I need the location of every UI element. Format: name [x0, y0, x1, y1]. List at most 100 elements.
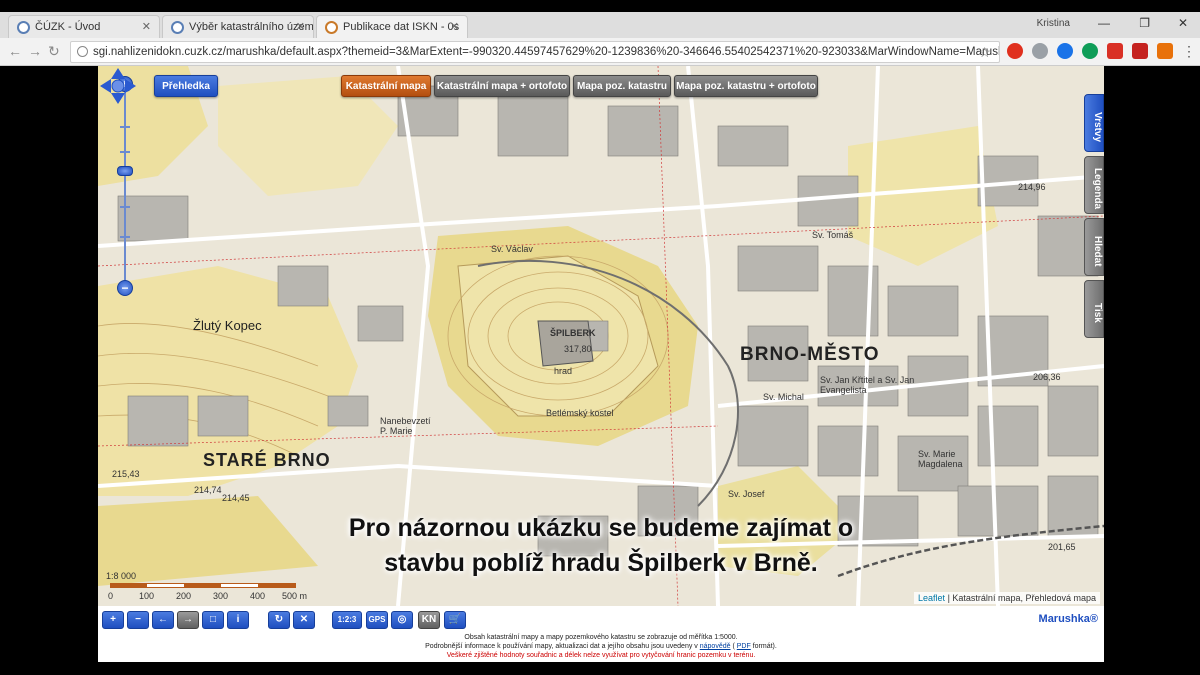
address-bar[interactable]: sgi.nahlizenidokn.cuzk.cz/marushka/defau… [70, 41, 1000, 63]
place-label-sv-jan: Sv. Jan Křtitel a Sv. Jan Evangelista [820, 375, 915, 395]
page-favicon-icon [171, 21, 184, 34]
grammarly-extension-icon[interactable] [1082, 43, 1098, 59]
zoom-tick [120, 151, 130, 153]
tab-vrstvy[interactable]: Vrstvy [1084, 94, 1104, 152]
info-button[interactable]: i [227, 611, 249, 629]
pan-arrows-icon[interactable] [98, 66, 138, 106]
scale-tick-label: 300 [213, 591, 229, 601]
page-favicon-icon [17, 21, 30, 34]
record-extension-icon[interactable] [1107, 43, 1123, 59]
scale-tick-label: 500 m [282, 591, 308, 601]
info-line-2-end: formát). [752, 643, 777, 650]
close-tab-icon[interactable]: ✕ [296, 20, 305, 33]
zoom-slider-handle[interactable] [117, 166, 133, 176]
tab-legenda[interactable]: Legenda [1084, 156, 1104, 214]
info-line-2-paren: ( [732, 643, 735, 650]
leaflet-link[interactable]: Leaflet [918, 593, 945, 603]
scale-ratio: 1:8 000 [106, 571, 137, 581]
zoom-tick [120, 206, 130, 208]
zoom-out-icon[interactable]: − [117, 280, 133, 296]
close-tab-icon[interactable]: ✕ [142, 20, 151, 33]
profile-name[interactable]: Kristina [1037, 18, 1070, 29]
scale-bar-segment [258, 583, 296, 588]
browser-chrome: ČÚZK - Úvod ✕ Výběr katastrálního územ ✕… [0, 12, 1200, 66]
back-arrow-icon[interactable]: ← [8, 43, 22, 59]
cart-button[interactable]: 🛒 [444, 611, 466, 629]
zoom-tick [120, 126, 130, 128]
scale-tick-label: 0 [108, 591, 114, 601]
place-label-sv-michal: Sv. Michal [763, 392, 804, 402]
measure-button[interactable]: 1:2:3 [332, 611, 362, 629]
place-label-sv-tomas: Sv. Tomáš [812, 230, 854, 240]
refresh-button[interactable]: ↻ [268, 611, 290, 629]
help-link[interactable]: nápovědě [700, 643, 731, 650]
attribution-text: | Katastrální mapa, Přehledová mapa [947, 593, 1096, 603]
s-extension-icon[interactable] [1132, 43, 1148, 59]
tab-title: Publikace dat ISKN - 0s [343, 21, 460, 33]
tab-cuzk-uvod[interactable]: ČÚZK - Úvod ✕ [8, 15, 160, 38]
info-icon[interactable] [77, 46, 88, 57]
tab-hledat[interactable]: Hledat [1084, 218, 1104, 276]
tab-tisk[interactable]: Tisk [1084, 280, 1104, 338]
scale-tick-label: 400 [250, 591, 266, 601]
next-view-button[interactable]: → [177, 611, 199, 629]
info-line-2: Podrobnější informace k používání mapy, … [98, 642, 1104, 651]
zoom-tick [120, 236, 130, 238]
subtitle-line-2: stavbu poblíž hradu Špilberk v Brně. [384, 549, 818, 577]
close-window-icon[interactable]: ✕ [1178, 16, 1188, 30]
place-label-zluty-kopec: Žlutý Kopec [193, 318, 262, 333]
pdf-link[interactable]: PDF [737, 643, 751, 650]
zoom-out-button[interactable]: − [127, 611, 149, 629]
page-favicon-icon [325, 21, 338, 34]
browser-toolbar: ← → ↻ sgi.nahlizenidokn.cuzk.cz/marushka… [0, 38, 1200, 66]
minimize-icon[interactable]: — [1098, 16, 1110, 30]
close-tab-icon[interactable]: ✕ [450, 20, 459, 33]
elevation-label: 215,43 [112, 469, 140, 479]
scale-bar-segment [110, 583, 147, 588]
place-label-betlemsky-kostel: Betlémský kostel [546, 408, 614, 418]
scale-tick-label: 100 [139, 591, 155, 601]
opera-extension-icon[interactable] [1007, 43, 1023, 59]
place-label-hrad: hrad [554, 366, 573, 376]
video-frame: ČÚZK - Úvod ✕ Výběr katastrálního územ ✕… [0, 0, 1200, 675]
clear-button[interactable]: ✕ [293, 611, 315, 629]
previous-view-button[interactable]: ← [152, 611, 174, 629]
elevation-label: 214,74 [194, 485, 222, 495]
overview-button[interactable]: Přehledka [154, 75, 218, 97]
marushka-page: STARÉ BRNO BRNO-MĚSTO Žlutý Kopec ŠPILBE… [98, 66, 1104, 662]
kn-button[interactable]: KN [418, 611, 440, 629]
menu-kebab-icon[interactable]: ⋮ [1182, 43, 1196, 60]
reload-icon[interactable]: ↻ [48, 43, 60, 60]
zoom-slider-track[interactable] [124, 86, 126, 286]
info-text: Obsah katastrální mapy a mapy pozemkovéh… [98, 633, 1104, 660]
zoom-in-button[interactable]: + [102, 611, 124, 629]
forward-arrow-icon[interactable]: → [28, 43, 42, 59]
zoom-box-button[interactable]: □ [202, 611, 224, 629]
bottom-toolbar: + − ← → □ i ↻ ✕ 1:2:3 GPS ◎ KN 🛒 [98, 611, 1104, 633]
place-label-nanebevzeti: Nanebevzetí P. Marie [380, 416, 431, 436]
tab-strip: ČÚZK - Úvod ✕ Výběr katastrálního územ ✕… [0, 12, 1200, 38]
place-label-sv-josef: Sv. Josef [728, 489, 765, 499]
place-label-brno-mesto: BRNO-MĚSTO [740, 344, 880, 365]
elevation-label: 214,45 [222, 493, 250, 503]
cadastral-map[interactable]: STARÉ BRNO BRNO-MĚSTO Žlutý Kopec ŠPILBE… [98, 66, 1104, 606]
layer-button-katastralni-mapa-ortofoto[interactable]: Katastrální mapa + ortofoto [434, 75, 570, 97]
info-line-2-text: Podrobnější informace k používání mapy, … [425, 643, 698, 650]
locate-button[interactable]: ◎ [391, 611, 413, 629]
elevation-label: 206,36 [1033, 372, 1061, 382]
play-extension-icon[interactable] [1057, 43, 1073, 59]
gps-button[interactable]: GPS [366, 611, 388, 629]
layer-button-mapa-poz-katastru[interactable]: Mapa poz. katastru [573, 75, 671, 97]
info-line-1: Obsah katastrální mapy a mapy pozemkovéh… [464, 634, 738, 641]
tab-title: ČÚZK - Úvod [35, 21, 101, 33]
tab-publikace-dat-iskn[interactable]: Publikace dat ISKN - 0s ✕ [316, 15, 468, 38]
marushka-logo: Marushka® [1038, 613, 1098, 625]
extension-icon[interactable] [1032, 43, 1048, 59]
tab-vyber-katastralniho-uzemi[interactable]: Výběr katastrálního územ ✕ [162, 15, 314, 38]
bookmark-star-icon[interactable]: ☆ [978, 44, 991, 61]
maximize-icon[interactable]: ❐ [1139, 16, 1150, 30]
mail-extension-icon[interactable] [1157, 43, 1173, 59]
place-label-spilberk: ŠPILBERK [550, 328, 596, 338]
layer-button-mapa-poz-katastru-ortofoto[interactable]: Mapa poz. katastru + ortofoto [674, 75, 818, 97]
layer-button-katastralni-mapa[interactable]: Katastrální mapa [341, 75, 431, 97]
